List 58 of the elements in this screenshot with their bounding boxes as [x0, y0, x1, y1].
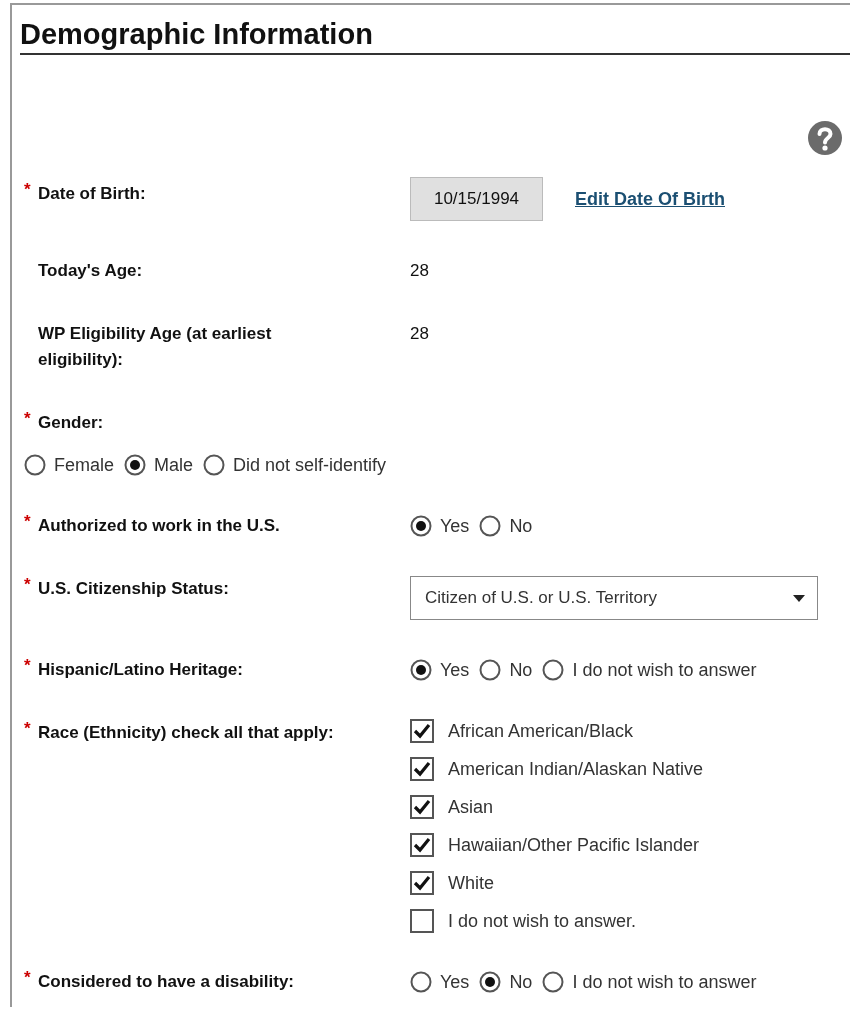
field-label: U.S. Citizenship Status:: [38, 578, 229, 600]
option-label: Male: [154, 454, 194, 476]
required-marker: *: [24, 657, 32, 675]
radio-button[interactable]: [410, 515, 432, 537]
required-marker: *: [24, 410, 32, 428]
radio-button[interactable]: [203, 454, 226, 476]
radio-button[interactable]: [542, 659, 565, 681]
radio-button[interactable]: [542, 971, 565, 993]
checkbox[interactable]: [410, 833, 434, 857]
radio-button[interactable]: [479, 659, 502, 681]
radio-button[interactable]: [410, 659, 432, 681]
option-label: No: [509, 659, 533, 682]
caret-icon: [793, 594, 805, 602]
option-label: American Indian/Alaskan Native: [448, 758, 704, 780]
option-label: I do not wish to answer.: [448, 910, 637, 932]
field-value: 28: [410, 260, 429, 282]
field-label: Hispanic/Latino Heritage:: [38, 659, 243, 681]
field-label: Considered to have a disability:: [38, 971, 294, 993]
field-label: Gender:: [38, 412, 104, 434]
required-marker: *: [24, 576, 32, 594]
radio-button[interactable]: [24, 454, 46, 476]
required-marker: *: [24, 720, 32, 738]
option-label: Asian: [448, 796, 494, 818]
option-label: I do not wish to answer: [572, 971, 757, 994]
option-label: Did not self-identify: [233, 454, 387, 476]
option-label: I do not wish to answer: [572, 659, 757, 682]
field-label: WP Eligibility Age (at earliest eligibility):: [38, 323, 273, 371]
required-marker: *: [24, 181, 32, 199]
checkbox[interactable]: [410, 757, 434, 781]
date-field[interactable]: 10/15/1994: [410, 177, 543, 221]
checkbox[interactable]: [410, 871, 434, 895]
option-label: Female: [54, 454, 115, 476]
required-marker: *: [24, 969, 32, 987]
checkbox[interactable]: [410, 719, 434, 743]
help-icon[interactable]: [808, 121, 842, 155]
radio-button[interactable]: [479, 515, 502, 537]
radio-button[interactable]: [410, 971, 432, 993]
radio-button[interactable]: [479, 971, 502, 993]
option-label: African American/Black: [448, 720, 634, 742]
option-label: Yes: [440, 659, 470, 682]
field-label: Race (Ethnicity) check all that apply:: [38, 722, 334, 744]
field-label: Date of Birth:: [38, 183, 146, 205]
field-label: Authorized to work in the U.S.: [38, 515, 280, 537]
option-label: Yes: [440, 515, 470, 538]
section-title: Demographic Information: [20, 17, 850, 55]
edit-date-link[interactable]: Edit Date Of Birth: [575, 186, 725, 212]
field-label: Today's Age:: [38, 260, 143, 282]
option-label: No: [509, 971, 533, 994]
checkbox[interactable]: [410, 795, 434, 819]
radio-button[interactable]: [124, 454, 147, 476]
checkbox[interactable]: [410, 909, 434, 933]
required-marker: *: [24, 513, 32, 531]
citizenship-dropdown[interactable]: Citizen of U.S. or U.S. Territory: [410, 576, 818, 620]
field-value: 28: [410, 323, 429, 345]
option-label: No: [509, 515, 533, 538]
option-label: Hawaiian/Other Pacific Islander: [448, 834, 700, 856]
option-label: White: [448, 872, 494, 894]
option-label: Yes: [440, 971, 470, 994]
